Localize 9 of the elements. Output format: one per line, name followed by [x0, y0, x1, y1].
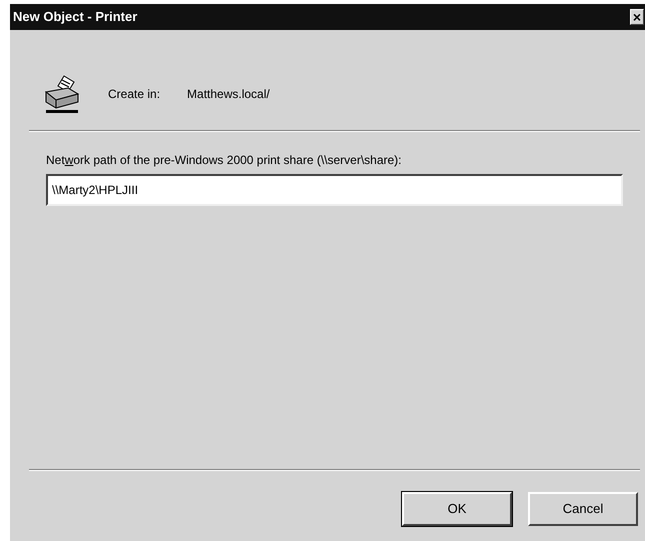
- window-title: New Object - Printer: [13, 8, 138, 26]
- create-in-value: Matthews.local/: [187, 86, 270, 103]
- printer-icon: [44, 74, 80, 114]
- close-button[interactable]: ×: [630, 9, 644, 25]
- create-in-label: Create in:: [108, 86, 160, 103]
- dialog-button[interactable]: Cancel: [528, 492, 638, 526]
- field-label: Network path of the pre-Windows 2000 print share (\\server\share):: [46, 152, 403, 169]
- dialog-button[interactable]: OK: [402, 492, 512, 526]
- path-field[interactable]: \\Marty2\HPLJIII: [46, 174, 623, 206]
